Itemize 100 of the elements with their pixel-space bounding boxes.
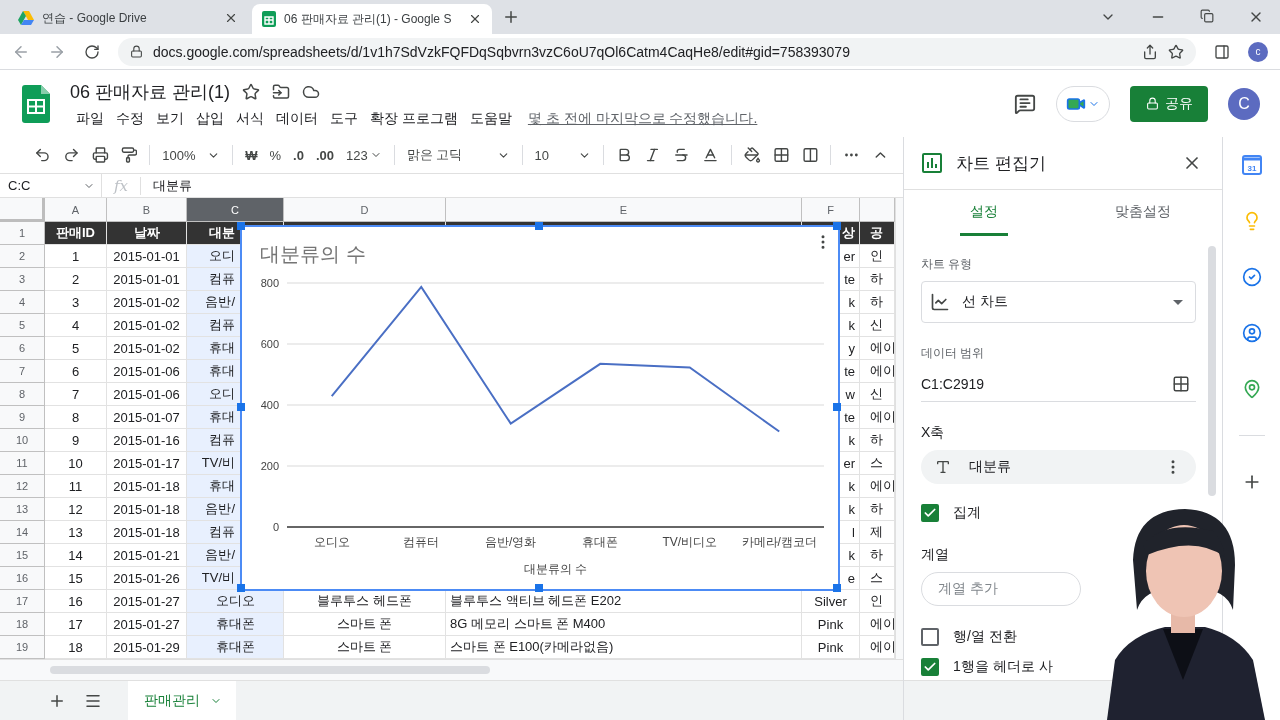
- column-header[interactable]: C: [187, 198, 284, 222]
- data-range-field[interactable]: C1:C2919: [921, 366, 1196, 402]
- row-header[interactable]: 18: [0, 613, 45, 636]
- bookmark-icon[interactable]: [1168, 43, 1184, 60]
- checkbox[interactable]: [921, 628, 939, 646]
- resize-handle[interactable]: [833, 222, 841, 230]
- column-header[interactable]: F: [802, 198, 860, 222]
- x-axis-chip[interactable]: 대분류: [921, 450, 1196, 484]
- merge-icon[interactable]: [801, 146, 819, 164]
- menu-item[interactable]: 보기: [150, 109, 190, 128]
- profile-avatar[interactable]: c: [1248, 41, 1268, 62]
- row-header[interactable]: 17: [0, 590, 45, 613]
- strikethrough-icon[interactable]: [673, 146, 691, 164]
- print-icon[interactable]: [91, 146, 109, 164]
- row-header[interactable]: 9: [0, 406, 45, 429]
- chart-type-select[interactable]: 선 차트: [921, 281, 1196, 323]
- document-title[interactable]: 06 판매자료 관리(1): [70, 79, 231, 104]
- percent-button[interactable]: %: [269, 147, 282, 163]
- resize-handle[interactable]: [833, 403, 841, 411]
- browser-tab[interactable]: 06 판매자료 관리(1) - Google S: [252, 4, 492, 34]
- fill-color-icon[interactable]: [743, 146, 761, 164]
- column-header[interactable]: A: [45, 198, 107, 222]
- last-edit-link[interactable]: 몇 초 전에 마지막으로 수정했습니다.: [527, 109, 758, 128]
- paint-format-icon[interactable]: [120, 146, 138, 164]
- close-icon[interactable]: [224, 11, 238, 25]
- redo-icon[interactable]: [62, 146, 80, 164]
- row-header[interactable]: 1: [0, 222, 45, 245]
- table-cell: 스: [860, 452, 895, 475]
- row-header[interactable]: 12: [0, 475, 45, 498]
- menu-item[interactable]: 확장 프로그램: [364, 109, 464, 128]
- move-folder-icon[interactable]: [272, 82, 291, 101]
- menu-item[interactable]: 파일: [70, 109, 110, 128]
- resize-handle[interactable]: [237, 403, 245, 411]
- share-button[interactable]: 공유: [1130, 85, 1208, 122]
- decrease-decimal-button[interactable]: .0: [293, 147, 304, 163]
- menu-item[interactable]: 삽입: [190, 109, 230, 128]
- row-header[interactable]: 5: [0, 314, 45, 337]
- reload-icon[interactable]: [84, 43, 100, 60]
- comment-icon[interactable]: [1014, 92, 1036, 115]
- resize-handle[interactable]: [237, 222, 245, 230]
- row-header[interactable]: 3: [0, 268, 45, 291]
- address-bar[interactable]: docs.google.com/spreadsheets/d/1v1h7SdVzkFQFDqSqbvrn3vzC6oU7qOl6Catm4CaqHe8/edit#gid=758393079: [118, 37, 1196, 66]
- checkbox[interactable]: [921, 504, 939, 522]
- borders-icon[interactable]: [772, 146, 790, 164]
- row-header[interactable]: 14: [0, 521, 45, 544]
- browser-tab[interactable]: 연습 - Google Drive: [8, 4, 248, 32]
- tasks-icon[interactable]: [1241, 267, 1262, 287]
- row-header[interactable]: 16: [0, 567, 45, 590]
- restore-icon[interactable]: [1200, 9, 1214, 23]
- scrollbar[interactable]: [1208, 246, 1216, 496]
- name-box[interactable]: C:C: [0, 174, 102, 197]
- resize-handle[interactable]: [535, 584, 543, 592]
- increase-decimal-button[interactable]: .00: [315, 147, 334, 163]
- row-header[interactable]: 11: [0, 452, 45, 475]
- zoom-dropdown[interactable]: 100%: [162, 147, 221, 163]
- text-color-icon[interactable]: [702, 146, 719, 164]
- menu-item[interactable]: 수정: [110, 109, 150, 128]
- panel-tab[interactable]: 설정: [959, 190, 1008, 236]
- menu-item[interactable]: 서식: [230, 109, 270, 128]
- row-header[interactable]: 4: [0, 291, 45, 314]
- new-tab-icon[interactable]: [502, 8, 520, 26]
- chart[interactable]: 대분류의 수 0 200 400 600 800 오디오 컴퓨터 음반/영화 휴대폰 TV/비디오 카메라/캠코더 대분류의 수: [240, 225, 840, 591]
- row-header[interactable]: 2: [0, 245, 45, 268]
- row-header[interactable]: 7: [0, 360, 45, 383]
- row-header[interactable]: 8: [0, 383, 45, 406]
- menu-item[interactable]: 도움말: [463, 109, 518, 128]
- horizontal-scrollbar[interactable]: [50, 666, 490, 674]
- calendar-icon[interactable]: 31: [1241, 155, 1262, 175]
- side-panel-icon[interactable]: [1214, 43, 1230, 60]
- undo-icon[interactable]: [34, 146, 51, 164]
- vertical-scrollbar[interactable]: [895, 198, 903, 659]
- resize-handle[interactable]: [237, 584, 245, 592]
- currency-button[interactable]: ₩: [245, 147, 258, 163]
- range-select-icon[interactable]: [1172, 374, 1190, 393]
- font-size-dropdown[interactable]: 10: [534, 147, 591, 163]
- resize-handle[interactable]: [535, 222, 543, 230]
- resize-handle[interactable]: [833, 584, 841, 592]
- sheet-tab[interactable]: 판매관리: [128, 680, 236, 720]
- formula-content[interactable]: 대분류: [141, 176, 192, 195]
- column-header[interactable]: D: [284, 198, 446, 222]
- share-icon[interactable]: [1142, 43, 1158, 60]
- row-header[interactable]: 15: [0, 544, 45, 567]
- panel-tab[interactable]: 맞춤설정: [1104, 190, 1181, 236]
- menu-item[interactable]: 도구: [324, 109, 364, 128]
- close-icon[interactable]: [468, 12, 482, 26]
- font-dropdown[interactable]: 맑은 고딕: [406, 146, 510, 164]
- row-header[interactable]: 19: [0, 636, 45, 659]
- contacts-icon[interactable]: [1241, 323, 1262, 343]
- number-format-button[interactable]: 123: [346, 147, 382, 163]
- row-header[interactable]: 13: [0, 498, 45, 521]
- row-header[interactable]: 10: [0, 429, 45, 452]
- table-cell: 4: [45, 314, 107, 337]
- menu-item[interactable]: 데이터: [270, 109, 324, 128]
- row-header[interactable]: 6: [0, 337, 45, 360]
- checkbox[interactable]: [921, 658, 939, 676]
- column-header[interactable]: E: [446, 198, 802, 222]
- star-icon[interactable]: [242, 82, 261, 101]
- account-avatar[interactable]: C: [1228, 87, 1260, 120]
- table-cell: 14: [45, 544, 107, 567]
- column-header[interactable]: B: [107, 198, 187, 222]
